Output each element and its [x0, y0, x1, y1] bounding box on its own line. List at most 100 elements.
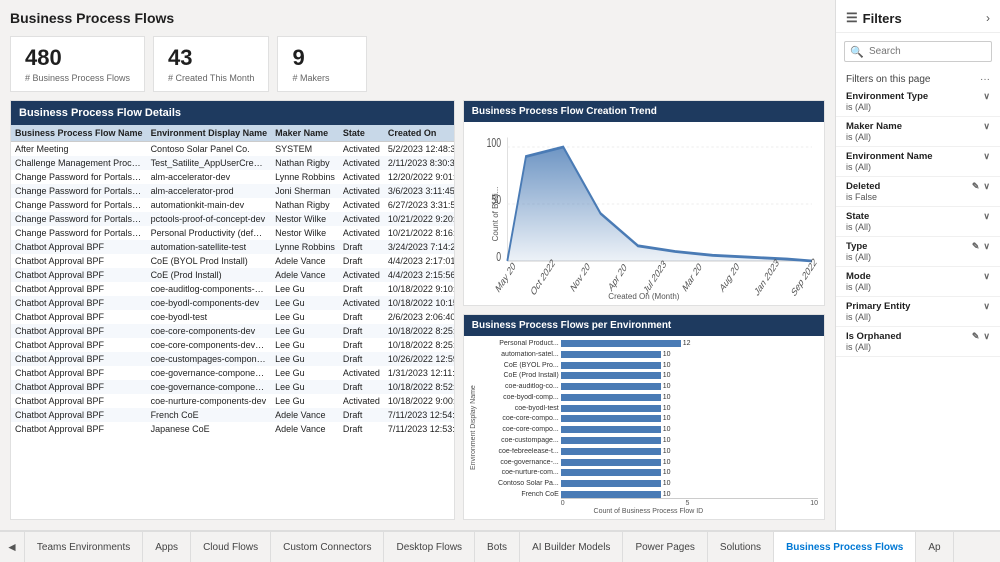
- filter-actions: ∨: [983, 211, 990, 222]
- search-input[interactable]: [844, 41, 992, 62]
- bar-fill: [561, 383, 661, 390]
- tab-item-desktop-flows[interactable]: Desktop Flows: [384, 530, 475, 562]
- tab-item-ap[interactable]: Ap: [916, 530, 953, 562]
- table-cell: 4/4/2023 2:15:56 PM: [384, 268, 454, 282]
- tab-item-bots[interactable]: Bots: [475, 530, 520, 562]
- table-body: After MeetingContoso Solar Panel Co.SYST…: [11, 142, 454, 437]
- table-cell: 10/21/2022 9:20:11 AM: [384, 212, 454, 226]
- filter-actions: ∨: [983, 91, 990, 102]
- table-cell: Activated: [339, 268, 384, 282]
- table-row: Chatbot Approval BPFFrench CoEAdele Vanc…: [11, 408, 454, 422]
- bar-fill: [561, 480, 661, 487]
- bar-value: 10: [663, 372, 673, 379]
- table-row: Chatbot Approval BPFcoe-governance-compo…: [11, 366, 454, 380]
- svg-text:Sep 2022: Sep 2022: [790, 256, 818, 299]
- table-header-row: Business Process Flow Name Environment D…: [11, 125, 454, 142]
- table-row: Chatbot Approval BPFcoe-custompages-comp…: [11, 352, 454, 366]
- bar-value: 10: [663, 459, 673, 466]
- bar-value: 10: [663, 362, 673, 369]
- stat-label-2: # Makers: [292, 73, 352, 83]
- table-cell: Draft: [339, 240, 384, 254]
- bar-value: 10: [663, 437, 673, 444]
- table-cell: 10/18/2022 9:10:20 AM: [384, 282, 454, 296]
- bar-label: coe-byodl-test: [479, 405, 559, 412]
- filter-chevron-icon[interactable]: ∨: [983, 181, 990, 192]
- table-cell: Chatbot Approval BPF: [11, 352, 147, 366]
- bar-fill: [561, 448, 661, 455]
- table-cell: Draft: [339, 324, 384, 338]
- table-cell: Draft: [339, 352, 384, 366]
- filter-chevron-icon[interactable]: ∨: [983, 91, 990, 102]
- table-row: Chatbot Approval BPFcoe-byodl-components…: [11, 296, 454, 310]
- filter-name: Maker Name ∨: [846, 121, 990, 132]
- table-cell: 1/31/2023 12:11:33 PM: [384, 366, 454, 380]
- tab-item-apps[interactable]: Apps: [143, 530, 191, 562]
- filter-value: is (All): [846, 222, 990, 232]
- table-row: Chatbot Approval BPFcoe-governance-compo…: [11, 380, 454, 394]
- filter-edit-icon[interactable]: ✎: [972, 241, 980, 252]
- filter-name-text: Maker Name: [846, 121, 902, 132]
- filter-chevron-icon[interactable]: ∨: [983, 301, 990, 312]
- filter-name: Primary Entity ∨: [846, 301, 990, 312]
- table-cell: Activated: [339, 366, 384, 380]
- table-cell: After Meeting: [11, 142, 147, 157]
- bar-label: coe-auditlog-co...: [479, 383, 559, 390]
- filter-chevron-icon[interactable]: ∨: [983, 151, 990, 162]
- filter-item: Deleted ✎ ∨ is False: [836, 177, 1000, 207]
- table-cell: Activated: [339, 212, 384, 226]
- tab-item-solutions[interactable]: Solutions: [708, 530, 774, 562]
- table-cell: Change Password for Portals Contact: [11, 212, 147, 226]
- filter-item: Mode ∨ is (All): [836, 267, 1000, 297]
- bar-row: coe-custompage...10: [479, 437, 818, 444]
- tab-item-teams-environments[interactable]: Teams Environments: [25, 530, 143, 562]
- table-scroll[interactable]: Business Process Flow Name Environment D…: [11, 125, 454, 519]
- table-cell: 7/11/2023 12:54:44 PM: [384, 408, 454, 422]
- tab-item-business-process-flows[interactable]: Business Process Flows: [774, 530, 916, 562]
- tab-item-power-pages[interactable]: Power Pages: [623, 530, 707, 562]
- tab-item-ai-builder-models[interactable]: AI Builder Models: [520, 530, 623, 562]
- stat-card-0: 480 # Business Process Flows: [10, 36, 145, 92]
- bar-label: coe-governance-...: [479, 459, 559, 466]
- table-cell: Lee Gu: [271, 338, 339, 352]
- filter-chevron-icon[interactable]: ∨: [983, 271, 990, 282]
- env-chart-body: Environment Display Name Personal Produc…: [464, 336, 824, 519]
- table-cell: coe-nurture-components-dev: [147, 394, 272, 408]
- bar-label: CoE (BYOL Pro...: [479, 362, 559, 369]
- table-cell: alm-accelerator-prod: [147, 184, 272, 198]
- tab-item-cloud-flows[interactable]: Cloud Flows: [191, 530, 271, 562]
- table-cell: Draft: [339, 282, 384, 296]
- filter-edit-icon[interactable]: ✎: [972, 181, 980, 192]
- bar-row: coe-core-compo...10: [479, 415, 818, 422]
- table-cell: coe-governance-components-dev: [147, 366, 272, 380]
- table-cell: automationkit-main-dev: [147, 198, 272, 212]
- sidebar-expand-button[interactable]: ›: [986, 11, 990, 25]
- bar-row: Contoso Solar Pa...10: [479, 480, 818, 487]
- filter-edit-icon[interactable]: ✎: [972, 331, 980, 342]
- filter-chevron-icon[interactable]: ∨: [983, 121, 990, 132]
- stat-number-0: 480: [25, 45, 130, 71]
- stat-label-0: # Business Process Flows: [25, 73, 130, 83]
- table-cell: 10/18/2022 8:25:37 AM: [384, 338, 454, 352]
- filter-chevron-icon[interactable]: ∨: [983, 211, 990, 222]
- filter-name: Environment Name ∨: [846, 151, 990, 162]
- bar-row: coe-auditlog-co...10: [479, 383, 818, 390]
- table-cell: Adele Vance: [271, 254, 339, 268]
- table-cell: CoE (Prod Install): [147, 268, 272, 282]
- table-cell: Activated: [339, 226, 384, 240]
- x-axis-ticks: 0 5 10: [561, 498, 818, 507]
- table-cell: Personal Productivity (default): [147, 226, 272, 240]
- tab-nav-prev[interactable]: ◄: [0, 532, 25, 562]
- tab-item-custom-connectors[interactable]: Custom Connectors: [271, 530, 384, 562]
- filter-name-text: Primary Entity: [846, 301, 910, 312]
- x-tick-10: 10: [810, 500, 818, 507]
- bottom-tabs: ◄ Teams EnvironmentsAppsCloud FlowsCusto…: [0, 530, 1000, 562]
- table-cell: coe-core-components-dev: [147, 324, 272, 338]
- col-env: Environment Display Name: [147, 125, 272, 142]
- table-cell: Chatbot Approval BPF: [11, 240, 147, 254]
- filter-chevron-icon[interactable]: ∨: [983, 331, 990, 342]
- table-cell: Lee Gu: [271, 380, 339, 394]
- table-cell: Activated: [339, 170, 384, 184]
- filter-chevron-icon[interactable]: ∨: [983, 241, 990, 252]
- filters-on-page-label: Filters on this page ···: [836, 70, 1000, 87]
- table-cell: Change Password for Portals Contact: [11, 226, 147, 240]
